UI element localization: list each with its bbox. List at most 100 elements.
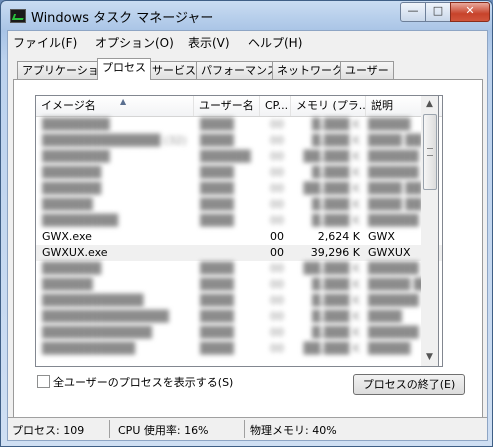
table-row[interactable]: ██████ ████ 00 █,███ K █████ ██ [36,277,442,293]
menu-help[interactable]: ヘルプ(H) [248,34,302,51]
process-cpu: 00 [270,166,284,179]
maximize-button[interactable]: □ [425,2,451,22]
process-user-name: ████ [200,294,234,307]
process-user-name: ████ [200,278,234,291]
table-row[interactable]: █████████████ ████ 00 █,███ K ██████ [36,325,442,341]
process-cpu: 00 [270,326,284,339]
process-memory: █,███ K [311,214,360,227]
table-row[interactable]: ███████ ████ 00 ██,███ K ████ ██ [36,181,442,197]
table-row[interactable]: ████████ ██████ 00 ██,███ K ██████ [36,149,442,165]
process-memory: █,███ K [311,118,360,131]
process-cpu: 00 [270,278,284,291]
process-user-name: ██████ [200,150,251,163]
menu-options[interactable]: オプション(O) [95,34,174,51]
task-manager-window: Windows タスク マネージャー — □ ✕ ファイル(F) オプション(O… [0,0,493,447]
process-cpu: 00 [270,214,284,227]
column-image-name-label: イメージ名 [41,99,96,112]
scroll-thumb[interactable] [423,114,437,190]
process-image-name: ███████ [42,182,102,195]
table-row[interactable]: ███████████ ████ 00 ██,███ K █████ [36,341,442,357]
status-cpu-usage: CPU 使用率: 16% [118,424,209,437]
process-user-name [200,245,255,261]
process-image-name: █████████ [42,214,119,227]
list-header: イメージ名 ▲ ユーザー名 CP... メモリ (プラ... 説明 [36,96,442,117]
process-cpu: 00 [270,310,284,323]
process-rows: ████████ ████ 00 █,███ K █████ ██████████████… [36,117,442,357]
process-image-name: ████████████ [42,294,144,307]
column-image-name[interactable]: イメージ名 ▲ [36,96,194,116]
process-cpu: 00 [270,262,284,275]
close-button[interactable]: ✕ [450,2,490,22]
process-cpu: 00 [270,198,284,211]
table-row[interactable]: ███████ ████ 00 █,███ K ██████ [36,165,442,181]
vertical-scrollbar[interactable]: ▲ ▼ [421,95,439,367]
process-image-name: ██████ [42,198,93,211]
column-memory[interactable]: メモリ (プラ... [291,96,366,116]
process-image-name: ██████ [42,278,93,291]
process-memory: ██,███ K [303,342,360,355]
process-memory: █,███ K [311,166,360,179]
process-image-name: ████████ [42,150,110,163]
process-cpu: 00 [270,182,284,195]
status-separator [109,420,110,438]
menu-file[interactable]: ファイル(F) [13,34,77,51]
process-user-name: ████ [200,182,234,195]
menu-view[interactable]: 表示(V) [188,34,230,51]
scroll-down-icon[interactable]: ▼ [421,349,438,366]
process-user-name: ████ [200,214,234,227]
end-process-button[interactable]: プロセスの終了(E) [353,374,465,395]
process-image-name: ███████ [42,166,102,179]
status-separator [244,420,245,438]
process-user-name: ████ [200,262,234,275]
table-row[interactable]: ███████████████ ████ 00 █,███ K ████ [36,309,442,325]
minimize-button[interactable]: — [400,2,426,22]
process-user-name: ████ [200,310,234,323]
process-cpu: 00 [270,294,284,307]
show-all-users-option[interactable]: 全ユーザーのプロセスを表示する(S) [37,374,233,390]
process-memory: █,███ K [311,326,360,339]
table-row[interactable]: ██████████████ (32) ████ 00 █,███ K ████ ██ [36,133,442,149]
table-row[interactable]: GWX.exe 00 2,624 K GWX [36,229,442,245]
tab-users[interactable]: ユーザー [340,61,394,79]
tab-processes[interactable]: プロセス [97,58,151,80]
process-user-name: ████ [200,166,234,179]
processes-panel: イメージ名 ▲ ユーザー名 CP... メモリ (プラ... 説明 ██████… [13,79,483,426]
show-all-users-checkbox[interactable] [37,375,50,388]
table-row[interactable]: GWXUX.exe 00 39,296 K GWXUX [36,245,442,261]
process-memory: █,███ K [311,310,360,323]
table-row[interactable]: ██████ ████ 00 █,███ K ████ ██ [36,197,442,213]
tab-networking[interactable]: ネットワーク [272,61,348,79]
process-cpu: 00 [270,342,284,355]
process-list[interactable]: イメージ名 ▲ ユーザー名 CP... メモリ (プラ... 説明 ██████… [35,95,443,367]
column-user-name[interactable]: ユーザー名 [194,96,260,116]
process-user-name: ████ [200,134,234,147]
process-image-name: ███████████████ [42,310,169,323]
process-memory: 39,296 K [310,246,360,259]
tab-services[interactable]: サービス [147,61,201,79]
process-memory: ██,███ K [303,150,360,163]
process-memory: █,███ K [311,294,360,307]
title-bar[interactable]: Windows タスク マネージャー — □ ✕ [1,1,492,29]
process-memory: ██,███ K [303,182,360,195]
status-physical-memory: 物理メモリ: 40% [250,424,337,437]
process-image-name: █████████████ [42,326,152,339]
grip-icon [427,148,433,156]
tab-performance[interactable]: パフォーマンス [196,61,283,79]
task-manager-app-icon [10,9,26,23]
process-image-name: ███████ [42,262,102,275]
process-image-name: ███████████ [42,342,136,355]
table-row[interactable]: ████████████ ████ 00 █,███ K ██████ [36,293,442,309]
scroll-up-icon[interactable]: ▲ [421,96,438,113]
tab-strip: アプリケーション プロセス サービス パフォーマンス ネットワーク ユーザー [13,58,483,80]
table-row[interactable]: ████████ ████ 00 █,███ K █████ [36,117,442,133]
process-image-name: GWXUX.exe [42,246,108,259]
table-row[interactable]: █████████ ████ 00 █,███ K ██████ [36,213,442,229]
process-image-name: GWX.exe [42,230,92,243]
process-memory: █,███ K [311,134,360,147]
process-cpu: 00 [270,150,284,163]
process-cpu: 00 [270,230,284,243]
process-user-name: ████ [200,326,234,339]
process-image-name: ████████ [42,118,110,131]
table-row[interactable]: ███████ ████ 00 ██,███ K ██████ [36,261,442,277]
column-cpu[interactable]: CP... [260,96,291,116]
